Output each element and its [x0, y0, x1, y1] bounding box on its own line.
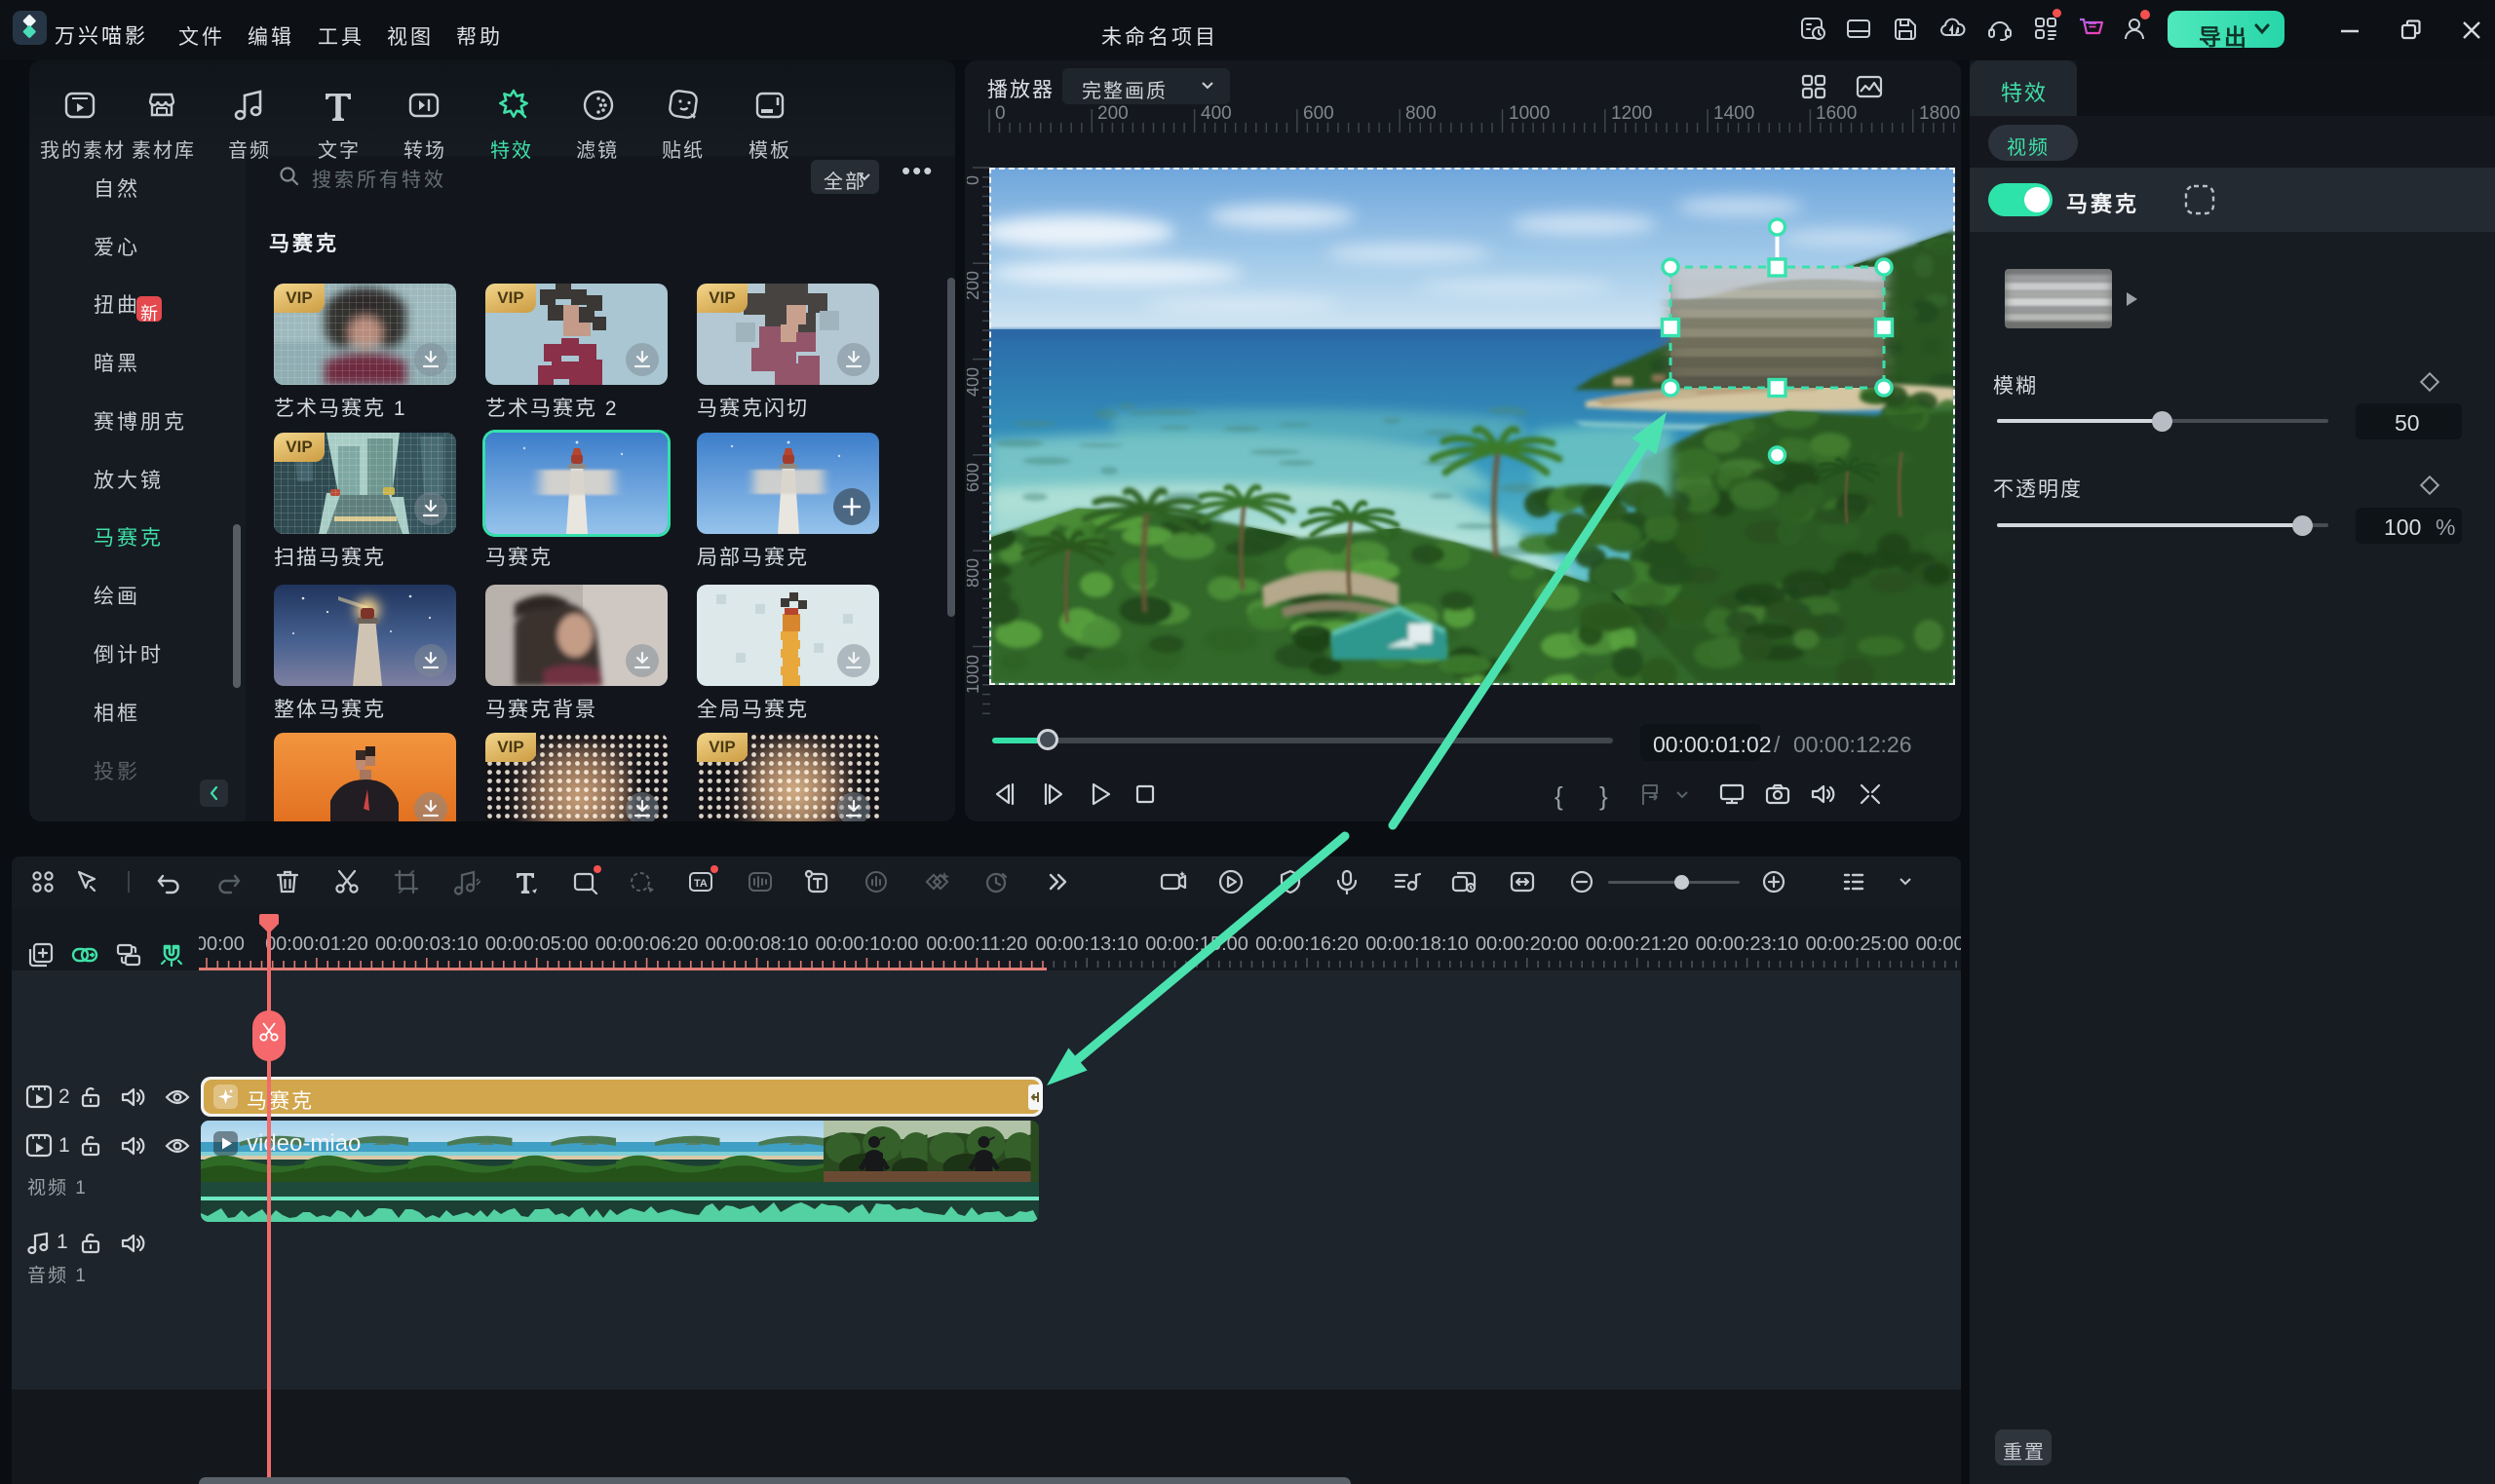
svg-text:00:00:23:10: 00:00:23:10	[1696, 933, 1799, 955]
svg-text:200: 200	[967, 271, 982, 300]
svg-text:1400: 1400	[1713, 105, 1754, 124]
svg-text:800: 800	[1405, 105, 1437, 124]
svg-text:1000: 1000	[1509, 105, 1550, 124]
svg-text:00:00:05:00: 00:00:05:00	[485, 933, 589, 955]
svg-text:00:00:03:10: 00:00:03:10	[375, 933, 479, 955]
svg-text:00:00:25:00: 00:00:25:00	[1806, 933, 1909, 955]
svg-text:00:00:18:10: 00:00:18:10	[1365, 933, 1469, 955]
svg-text:600: 600	[967, 463, 982, 492]
svg-text:00:00:01:20: 00:00:01:20	[265, 933, 368, 955]
svg-text:00:00:10:00: 00:00:10:00	[816, 933, 919, 955]
svg-text:00:00:20:00: 00:00:20:00	[1476, 933, 1579, 955]
svg-text:00:00:06:20: 00:00:06:20	[595, 933, 699, 955]
svg-text:0: 0	[967, 175, 982, 185]
svg-text:00:00:11:20: 00:00:11:20	[926, 933, 1027, 955]
svg-text:0: 0	[995, 105, 1006, 124]
svg-text:600: 600	[1303, 105, 1334, 124]
svg-text:00:00:00: 00:00:00	[199, 933, 245, 955]
svg-text:00:00:21:20: 00:00:21:20	[1586, 933, 1689, 955]
svg-text:800: 800	[967, 558, 982, 588]
svg-text:00:00:16:20: 00:00:16:20	[1255, 933, 1359, 955]
svg-text:200: 200	[1097, 105, 1129, 124]
svg-text:1600: 1600	[1816, 105, 1857, 124]
svg-text:00:00:08:10: 00:00:08:10	[706, 933, 809, 955]
svg-text:400: 400	[1201, 105, 1232, 124]
svg-text:400: 400	[967, 367, 982, 397]
svg-text:00:00:13:10: 00:00:13:10	[1035, 933, 1138, 955]
svg-text:1800: 1800	[1919, 105, 1960, 124]
svg-text:1200: 1200	[1611, 105, 1652, 124]
svg-text:00:00:15:00: 00:00:15:00	[1145, 933, 1248, 955]
svg-text:00:00:26:20: 00:00:26:20	[1916, 933, 1961, 955]
svg-text:TA: TA	[694, 878, 708, 890]
svg-text:1000: 1000	[967, 655, 982, 694]
